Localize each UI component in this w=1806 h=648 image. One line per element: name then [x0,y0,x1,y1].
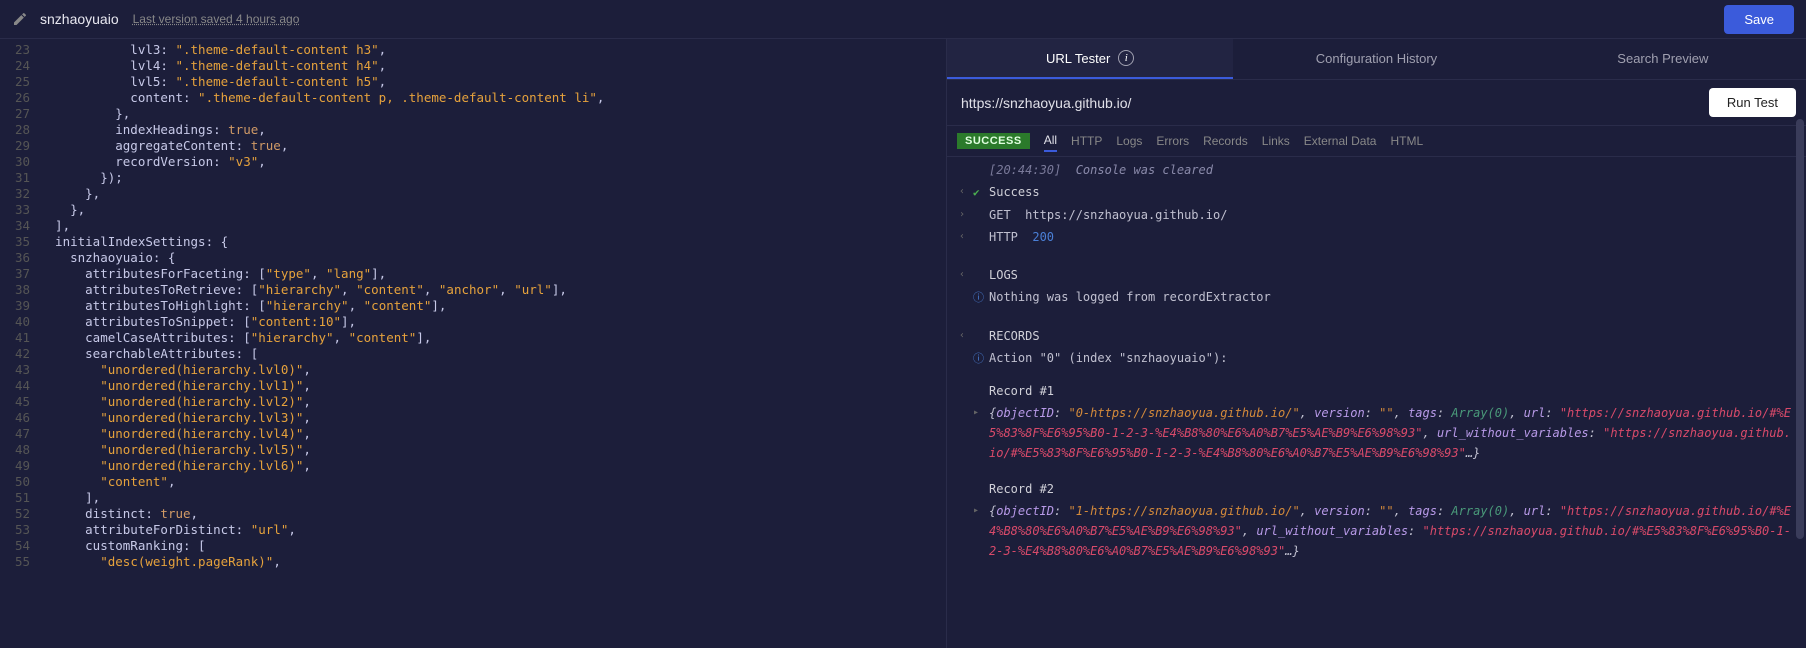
info-dot-icon: ⓘ [973,352,984,365]
header-bar: snzhaoyuaio Last version saved 4 hours a… [0,0,1806,39]
filter-records[interactable]: Records [1203,131,1248,151]
record-2-object[interactable]: {objectID: "1-https://snzhaoyua.github.i… [989,501,1794,561]
http-url: https://snzhaoyua.github.io/ [1025,208,1227,222]
scrollbar[interactable] [1796,119,1804,539]
check-icon: ✔ [973,186,980,199]
right-panel: URL Tester i Configuration History Searc… [947,39,1806,648]
edit-icon [12,11,28,27]
info-icon[interactable]: i [1118,50,1134,66]
record-1-title: Record #1 [989,381,1794,401]
run-test-button[interactable]: Run Test [1709,88,1796,117]
filter-errors[interactable]: Errors [1156,131,1189,151]
console-timestamp: [20:44:30] [989,163,1061,177]
save-button[interactable]: Save [1724,5,1794,34]
tab-config-history[interactable]: Configuration History [1233,39,1519,79]
filter-logs[interactable]: Logs [1116,131,1142,151]
page-title: snzhaoyuaio [40,11,119,27]
logs-section: LOGS [989,265,1794,285]
records-section: RECORDS [989,326,1794,346]
http-status: 200 [1032,230,1054,244]
console-success: Success [989,182,1794,202]
console-cleared-msg: Console was cleared [1076,163,1213,177]
tab-search-preview[interactable]: Search Preview [1520,39,1806,79]
url-input[interactable] [957,89,1701,117]
filter-bar: SUCCESS All HTTP Logs Errors Records Lin… [947,126,1806,157]
filter-html[interactable]: HTML [1390,131,1423,151]
http-method: GET [989,208,1011,222]
url-bar: Run Test [947,80,1806,126]
record-2-title: Record #2 [989,479,1794,499]
info-dot-icon: ⓘ [973,291,984,304]
record-1-object[interactable]: {objectID: "0-https://snzhaoyua.github.i… [989,403,1794,463]
line-gutter: 2324252627282930313233343536373839404142… [0,39,40,648]
code-editor[interactable]: 2324252627282930313233343536373839404142… [0,39,947,648]
logs-msg: Nothing was logged from recordExtractor [989,287,1794,307]
right-tabs: URL Tester i Configuration History Searc… [947,39,1806,80]
filter-external[interactable]: External Data [1304,131,1377,151]
filter-http[interactable]: HTTP [1071,131,1102,151]
console-output[interactable]: [20:44:30] Console was cleared ‹✔Success… [947,157,1806,648]
tab-url-tester-label: URL Tester [1046,51,1110,66]
filter-links[interactable]: Links [1262,131,1290,151]
code-content[interactable]: lvl3: ".theme-default-content h3", lvl4:… [40,39,946,648]
tab-url-tester[interactable]: URL Tester i [947,39,1233,79]
filter-all[interactable]: All [1044,130,1057,152]
last-saved-meta[interactable]: Last version saved 4 hours ago [133,12,300,26]
action-msg: Action "0" (index "snzhaoyuaio"): [989,348,1794,368]
http-label: HTTP [989,230,1018,244]
status-badge: SUCCESS [957,133,1030,149]
